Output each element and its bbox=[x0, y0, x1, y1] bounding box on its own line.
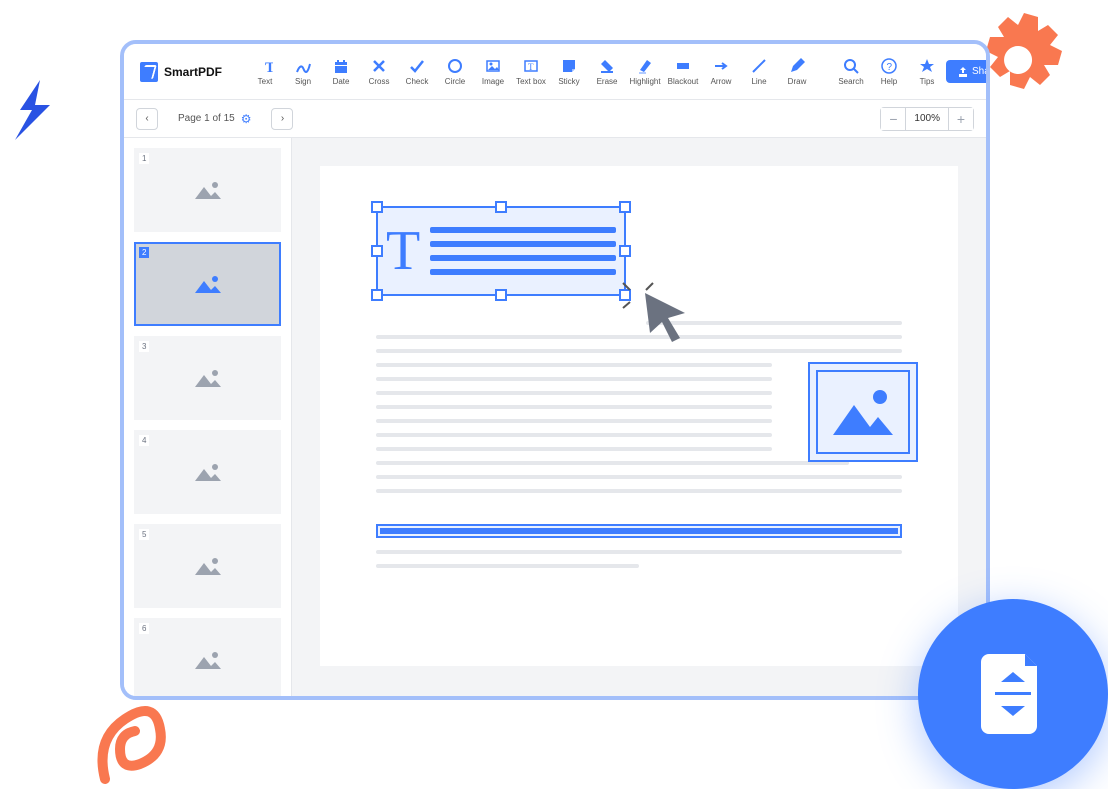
tool-image[interactable]: Image bbox=[474, 50, 512, 94]
highlight-icon bbox=[637, 57, 653, 75]
cursor-icon bbox=[640, 288, 700, 348]
share-button[interactable]: Share bbox=[946, 60, 990, 83]
tool-date[interactable]: Date bbox=[322, 50, 360, 94]
zoom-value: 100% bbox=[905, 108, 949, 130]
prev-page-button[interactable]: ‹ bbox=[136, 108, 158, 130]
next-page-button[interactable]: › bbox=[271, 108, 293, 130]
cross-icon bbox=[371, 57, 387, 75]
page-bar: ‹ Page 1 of 15 ⚙ › − 100% + bbox=[124, 100, 986, 138]
document-page[interactable]: T bbox=[320, 166, 958, 666]
settings-gear-icon[interactable]: ⚙ bbox=[241, 112, 252, 126]
thumbnail-4[interactable]: 4 bbox=[134, 430, 281, 514]
zoom-control: − 100% + bbox=[880, 107, 974, 131]
textbox-icon: T bbox=[523, 57, 539, 75]
selected-bar-object[interactable] bbox=[376, 524, 902, 538]
body-text-placeholder bbox=[376, 550, 902, 578]
thumbnail-2[interactable]: 2 bbox=[134, 242, 281, 326]
tool-draw[interactable]: Draw bbox=[778, 50, 816, 94]
tool-cross[interactable]: Cross bbox=[360, 50, 398, 94]
image-icon bbox=[193, 273, 223, 295]
thumbnail-number: 1 bbox=[139, 153, 149, 164]
util-group: Search?HelpTips bbox=[832, 50, 946, 94]
app-window: SmartPDF TTextSignDateCrossCheckCircleIm… bbox=[120, 40, 990, 700]
resize-handle[interactable] bbox=[495, 289, 507, 301]
image-icon bbox=[193, 649, 223, 671]
share-icon bbox=[958, 67, 968, 77]
thumbnail-5[interactable]: 5 bbox=[134, 524, 281, 608]
app-logo: SmartPDF bbox=[132, 62, 230, 82]
svg-text:T: T bbox=[265, 60, 273, 74]
thumbnail-1[interactable]: 1 bbox=[134, 148, 281, 232]
thumbnail-number: 6 bbox=[139, 623, 149, 634]
tool-text-box[interactable]: TText box bbox=[512, 50, 550, 94]
tool-group: TTextSignDateCrossCheckCircleImageTText … bbox=[246, 50, 816, 94]
image-icon bbox=[828, 385, 898, 440]
util-tips[interactable]: Tips bbox=[908, 50, 946, 94]
line-icon bbox=[751, 57, 767, 75]
thumbnail-number: 2 bbox=[139, 247, 149, 258]
tool-blackout[interactable]: Blackout bbox=[664, 50, 702, 94]
util-help[interactable]: ?Help bbox=[870, 50, 908, 94]
thumbnail-sidebar: 1 2 3 4 5 6 bbox=[124, 138, 292, 696]
zoom-out-button[interactable]: − bbox=[881, 108, 905, 130]
circle-icon bbox=[447, 57, 463, 75]
help-icon: ? bbox=[881, 57, 897, 75]
tool-highlight[interactable]: Highlight bbox=[626, 50, 664, 94]
text-object-selected[interactable]: T bbox=[376, 206, 626, 296]
page-info: Page 1 of 15 ⚙ bbox=[178, 112, 251, 126]
check-icon bbox=[409, 57, 425, 75]
image-icon bbox=[485, 57, 501, 75]
image-icon bbox=[193, 555, 223, 577]
tool-sticky[interactable]: Sticky bbox=[550, 50, 588, 94]
text-glyph-icon: T bbox=[386, 223, 420, 279]
resize-handle[interactable] bbox=[371, 289, 383, 301]
tool-arrow[interactable]: Arrow bbox=[702, 50, 740, 94]
resize-handle[interactable] bbox=[619, 245, 631, 257]
text-lines-placeholder bbox=[430, 227, 616, 275]
image-placeholder[interactable] bbox=[808, 362, 918, 462]
image-icon bbox=[193, 179, 223, 201]
tool-sign[interactable]: Sign bbox=[284, 50, 322, 94]
tool-text[interactable]: TText bbox=[246, 50, 284, 94]
decoration-file-badge bbox=[918, 599, 1108, 789]
app-name: SmartPDF bbox=[164, 65, 222, 79]
thumbnail-number: 5 bbox=[139, 529, 149, 540]
thumbnail-3[interactable]: 3 bbox=[134, 336, 281, 420]
svg-text:T: T bbox=[528, 62, 534, 72]
erase-icon bbox=[599, 57, 615, 75]
logo-icon bbox=[140, 62, 158, 82]
tips-icon bbox=[919, 57, 935, 75]
canvas: T bbox=[292, 138, 986, 696]
tool-check[interactable]: Check bbox=[398, 50, 436, 94]
thumbnail-6[interactable]: 6 bbox=[134, 618, 281, 696]
tool-line[interactable]: Line bbox=[740, 50, 778, 94]
sign-icon bbox=[295, 57, 311, 75]
image-icon bbox=[193, 367, 223, 389]
blackout-icon bbox=[675, 57, 691, 75]
sticky-icon bbox=[561, 57, 577, 75]
tool-circle[interactable]: Circle bbox=[436, 50, 474, 94]
date-icon bbox=[333, 57, 349, 75]
resize-handle[interactable] bbox=[371, 245, 383, 257]
decoration-paperclip-icon bbox=[85, 689, 175, 789]
thumbnail-number: 3 bbox=[139, 341, 149, 352]
svg-text:?: ? bbox=[887, 62, 893, 73]
draw-icon bbox=[789, 57, 805, 75]
util-search[interactable]: Search bbox=[832, 50, 870, 94]
image-icon bbox=[193, 461, 223, 483]
zoom-in-button[interactable]: + bbox=[949, 108, 973, 130]
T-icon: T bbox=[257, 57, 273, 75]
main-area: 1 2 3 4 5 6 T bbox=[124, 138, 986, 696]
decoration-bolt-icon bbox=[10, 80, 60, 140]
toolbar: SmartPDF TTextSignDateCrossCheckCircleIm… bbox=[124, 44, 986, 100]
resize-handle[interactable] bbox=[371, 201, 383, 213]
arrow-icon bbox=[713, 57, 729, 75]
resize-handle[interactable] bbox=[619, 201, 631, 213]
search-icon bbox=[843, 57, 859, 75]
thumbnail-number: 4 bbox=[139, 435, 149, 446]
tool-erase[interactable]: Erase bbox=[588, 50, 626, 94]
resize-handle[interactable] bbox=[495, 201, 507, 213]
